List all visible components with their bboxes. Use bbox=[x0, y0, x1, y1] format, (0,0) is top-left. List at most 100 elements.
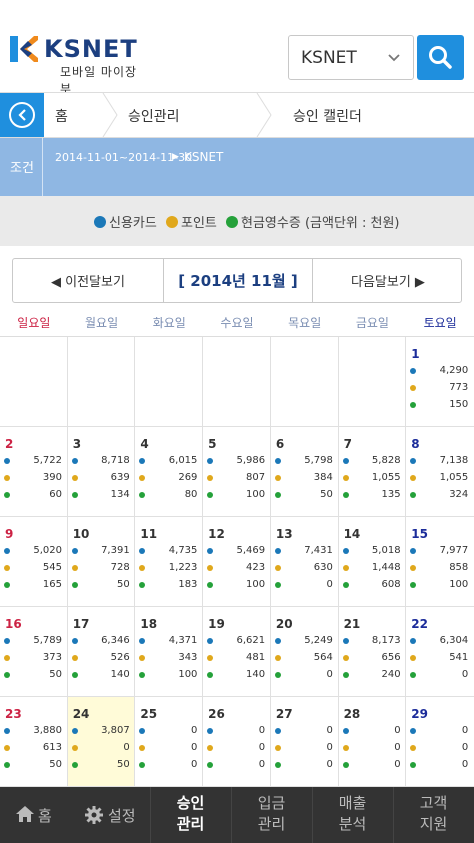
legend-dot-point bbox=[165, 216, 178, 228]
calendar-day-cell[interactable]: 25 0 0 0 bbox=[135, 697, 204, 787]
amount-row-card: 6,015 bbox=[135, 455, 202, 467]
calendar-day-cell[interactable]: 10 7,391 728 50 bbox=[67, 517, 136, 607]
prev-month-button[interactable]: ◀ 이전달보기 bbox=[13, 259, 163, 302]
amount-row-card: 4,735 bbox=[135, 545, 202, 557]
nav-item-3[interactable]: 고객 지원 bbox=[393, 787, 474, 843]
logo-text: KSNET bbox=[44, 35, 138, 63]
calendar-day-cell[interactable]: 24 3,807 0 50 bbox=[67, 697, 136, 787]
search-icon bbox=[429, 46, 452, 69]
day-number: 17 bbox=[72, 617, 90, 631]
dot-point bbox=[207, 565, 214, 571]
nav-home[interactable]: 홈 bbox=[0, 787, 70, 843]
amount-card: 8,173 bbox=[371, 635, 401, 646]
amount-card: 8,718 bbox=[101, 455, 130, 466]
amount-point: 1,055 bbox=[371, 472, 401, 483]
day-number: 22 bbox=[411, 617, 428, 631]
back-button[interactable] bbox=[0, 93, 44, 137]
search-button[interactable] bbox=[417, 35, 464, 80]
calendar-day-cell[interactable]: 7 5,828 1,055 135 bbox=[338, 427, 407, 517]
calendar-day-cell[interactable]: 1 4,290 773 150 bbox=[406, 337, 474, 427]
calendar-day-cell[interactable]: 22 6,304 541 0 bbox=[406, 607, 474, 697]
amount-point: 0 bbox=[394, 742, 401, 753]
nav-item-2[interactable]: 매출 분석 bbox=[312, 787, 393, 843]
app-header: KSNET 모바일 마이장부 KSNET bbox=[0, 0, 474, 96]
day-number: 18 bbox=[140, 617, 158, 631]
calendar-day-cell[interactable]: 8 7,138 1,055 324 bbox=[406, 427, 474, 517]
dot-point bbox=[4, 745, 10, 751]
amount-row-point: 728 bbox=[68, 562, 135, 574]
amount-row-card: 8,718 bbox=[68, 455, 135, 467]
amount-row-point: 1,055 bbox=[406, 472, 473, 484]
dot-cash bbox=[4, 762, 10, 768]
calendar-day-cell[interactable]: 27 0 0 0 bbox=[270, 697, 339, 787]
amount-row-cash: 140 bbox=[203, 669, 270, 681]
filter-divider bbox=[42, 138, 43, 196]
calendar-day-cell[interactable]: 16 5,789 373 50 bbox=[0, 607, 68, 697]
breadcrumb-approval[interactable]: 승인관리 bbox=[128, 106, 180, 126]
nav-settings[interactable]: 설정 bbox=[70, 787, 150, 843]
calendar-day-cell[interactable]: 17 6,346 526 140 bbox=[67, 607, 136, 697]
calendar-day-cell[interactable]: 5 5,986 807 100 bbox=[203, 427, 271, 517]
filter-bar[interactable]: 조건 2014-11-01~2014-11-30 ▶ KSNET bbox=[0, 138, 474, 196]
calendar-day-cell[interactable]: 23 3,880 613 50 bbox=[0, 697, 68, 787]
amount-row-point: 390 bbox=[0, 472, 67, 484]
amount-row-card: 0 bbox=[135, 725, 202, 737]
amount-card: 7,391 bbox=[101, 545, 130, 556]
dot-cash bbox=[342, 672, 349, 678]
calendar-day-cell[interactable]: 12 5,469 423 100 bbox=[203, 517, 271, 607]
amount-point: 269 bbox=[178, 472, 198, 483]
calendar-day-cell[interactable]: 28 0 0 0 bbox=[338, 697, 407, 787]
amount-point: 541 bbox=[449, 652, 469, 663]
dot-point bbox=[71, 745, 78, 751]
dot-card bbox=[207, 458, 214, 464]
calendar-day-cell[interactable]: 11 4,735 1,223 183 bbox=[135, 517, 204, 607]
dot-point bbox=[207, 475, 214, 481]
calendar-day-cell[interactable]: 26 0 0 0 bbox=[203, 697, 271, 787]
dot-card bbox=[71, 728, 78, 734]
dot-card bbox=[410, 638, 417, 644]
calendar-day-cell[interactable]: 2 5,722 390 60 bbox=[0, 427, 68, 517]
home-icon bbox=[16, 806, 34, 822]
nav-item-0[interactable]: 승인 관리 bbox=[150, 787, 231, 843]
amount-row-point: 0 bbox=[135, 742, 202, 754]
nav-item-1[interactable]: 입금 관리 bbox=[231, 787, 312, 843]
amount-row-card: 7,977 bbox=[406, 545, 473, 557]
amount-card: 0 bbox=[461, 725, 469, 736]
amount-point: 0 bbox=[461, 742, 469, 753]
dot-cash bbox=[274, 762, 281, 768]
calendar-day-cell[interactable]: 29 0 0 0 bbox=[406, 697, 474, 787]
calendar-day-cell[interactable]: 3 8,718 639 134 bbox=[67, 427, 136, 517]
calendar-day-cell[interactable]: 20 5,249 564 0 bbox=[270, 607, 339, 697]
bottom-navigation: 홈 설정 승인 관리 입금 관리 매출 분석 고객 지원 bbox=[0, 787, 474, 843]
calendar-day-cell[interactable]: 6 5,798 384 50 bbox=[270, 427, 339, 517]
amount-card: 5,018 bbox=[371, 545, 401, 556]
calendar-day-cell[interactable]: 4 6,015 269 80 bbox=[135, 427, 204, 517]
calendar-day-cell[interactable]: 19 6,621 481 140 bbox=[203, 607, 271, 697]
dot-point bbox=[410, 475, 417, 481]
merchant-select[interactable]: KSNET bbox=[288, 35, 414, 80]
amount-point: 0 bbox=[191, 742, 198, 753]
amount-point: 384 bbox=[313, 472, 333, 483]
amount-card: 5,798 bbox=[304, 455, 333, 466]
day-number: 3 bbox=[72, 437, 82, 451]
day-number: 12 bbox=[208, 527, 225, 541]
dot-cash bbox=[410, 762, 417, 768]
calendar-day-cell[interactable]: 18 4,371 343 100 bbox=[135, 607, 204, 697]
calendar-day-cell[interactable]: 13 7,431 630 0 bbox=[270, 517, 339, 607]
amount-row-card: 6,346 bbox=[68, 635, 135, 647]
month-navigation: ◀ 이전달보기 [ 2014년 11월 ] 다음달보기 ▶ bbox=[12, 258, 462, 303]
dot-card bbox=[274, 638, 281, 644]
calendar-day-cell[interactable]: 15 7,977 858 100 bbox=[406, 517, 474, 607]
next-month-button[interactable]: 다음달보기 ▶ bbox=[313, 259, 461, 302]
day-number: 16 bbox=[5, 617, 22, 631]
breadcrumb-home[interactable]: 홈 bbox=[55, 106, 68, 126]
dot-cash bbox=[71, 672, 78, 678]
day-number: 13 bbox=[275, 527, 293, 541]
calendar-day-cell[interactable]: 21 8,173 656 240 bbox=[338, 607, 407, 697]
amount-card: 7,431 bbox=[304, 545, 333, 556]
amount-row-point: 0 bbox=[271, 742, 338, 754]
calendar-day-cell[interactable]: 9 5,020 545 165 bbox=[0, 517, 68, 607]
dot-cash bbox=[71, 762, 78, 768]
calendar-day-cell[interactable]: 14 5,018 1,448 608 bbox=[338, 517, 407, 607]
ksnet-logo[interactable]: KSNET 모바일 마이장부 bbox=[10, 34, 145, 96]
